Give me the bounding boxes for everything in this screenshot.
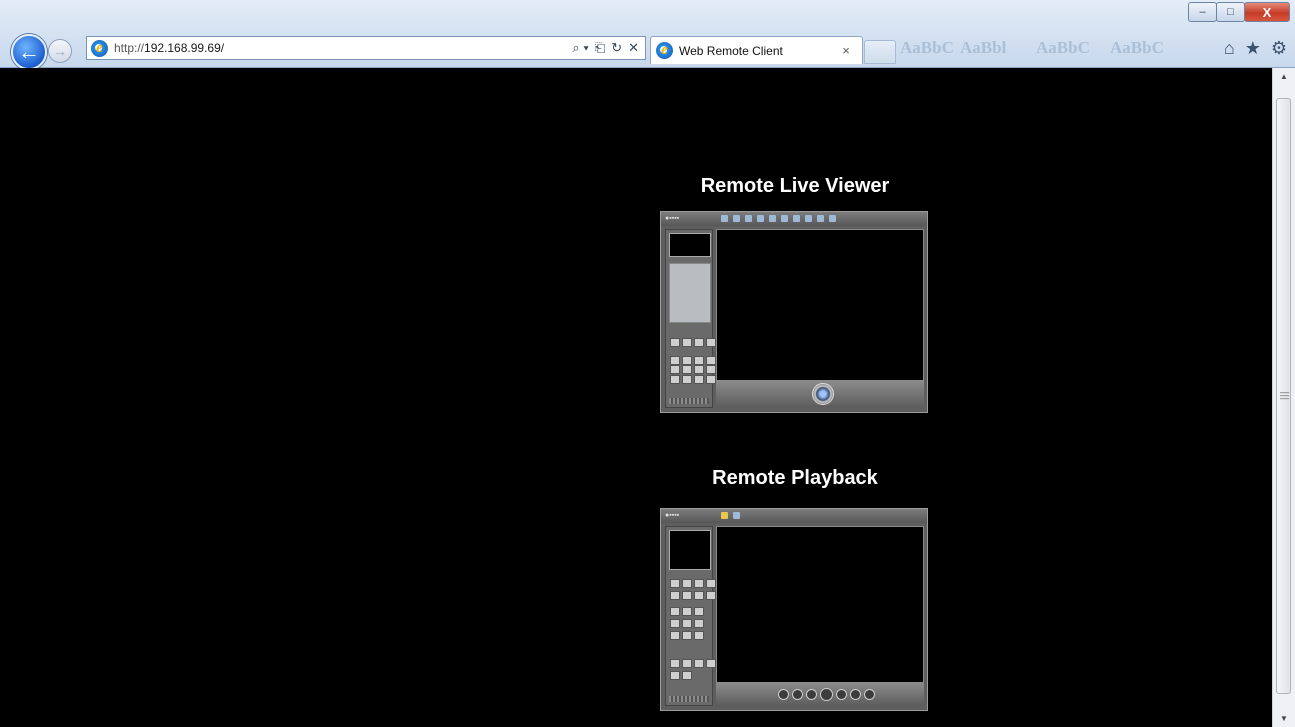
mini-toolbar-icons-pb: [721, 512, 740, 519]
mini-pb-buttons-row7: [670, 671, 692, 680]
ghost-text-3: AaBbC: [1036, 38, 1090, 57]
live-viewer-thumbnail[interactable]: ●▪▪▪▪: [660, 211, 928, 413]
mini-pb-buttons-row4: [670, 619, 704, 628]
mini-preview: [669, 233, 711, 257]
tab-close-icon[interactable]: ×: [838, 43, 854, 58]
mini-logo-pb: ●▪▪▪▪: [665, 512, 680, 519]
url-field[interactable]: http://192.168.99.69/: [114, 41, 566, 55]
mini-playback-buttons: [778, 688, 875, 701]
browser-chrome: AaBbC AaBbl AaBbC AaBbC – □ X ← → e http…: [0, 0, 1295, 70]
search-dropdown-icon[interactable]: ⌕ ▾: [572, 40, 588, 56]
command-icons: ⌂ ★ ⚙: [1224, 38, 1287, 59]
mini-preview-pb: [669, 530, 711, 570]
ghost-text-4: AaBbC: [1110, 38, 1164, 57]
home-icon[interactable]: ⌂: [1224, 38, 1235, 59]
window-controls: – □ X: [1188, 2, 1290, 22]
tab-ie-logo-icon: e: [656, 42, 673, 59]
mini-logo: ●▪▪▪▪: [665, 215, 680, 222]
mini-toolbar-icons: [721, 215, 836, 222]
page-content: Remote Live Viewer ●▪▪▪▪ Remote Playback…: [0, 68, 1272, 727]
maximize-icon: □: [1227, 6, 1234, 18]
close-window-button[interactable]: X: [1244, 2, 1290, 22]
back-button[interactable]: ←: [11, 34, 47, 70]
mini-buttons-row3: [670, 365, 716, 374]
mini-titlebar-pb: ●▪▪▪▪: [661, 509, 927, 523]
compatibility-icon[interactable]: ⎗: [595, 40, 605, 56]
grip-icon: — — —: [1280, 387, 1289, 403]
tab-web-remote-client[interactable]: e Web Remote Client ×: [650, 36, 863, 64]
tab-label: Web Remote Client: [679, 43, 783, 58]
maximize-button[interactable]: □: [1216, 2, 1245, 22]
forward-button[interactable]: →: [48, 39, 72, 63]
address-tools: ⌕ ▾ ⎗ ↻ ✕: [566, 40, 645, 56]
mini-video-area: [716, 229, 924, 383]
vertical-scrollbar[interactable]: ▲ — — — ▼: [1272, 68, 1295, 727]
minimize-icon: –: [1199, 6, 1206, 18]
favorites-icon[interactable]: ★: [1245, 38, 1261, 59]
mini-pb-buttons-row1: [670, 579, 716, 588]
scroll-down-icon[interactable]: ▼: [1273, 710, 1295, 727]
mini-status-strip-pb: [669, 696, 709, 702]
mini-playback-bar: [716, 682, 924, 706]
mini-video-area-pb: [716, 526, 924, 684]
mini-ptz-knob: [812, 383, 834, 405]
ghost-text-2: AaBbl: [960, 38, 1007, 57]
close-icon: X: [1262, 4, 1272, 20]
ghost-text-1: AaBbC: [900, 38, 954, 57]
scrollbar-thumb[interactable]: — — —: [1276, 98, 1291, 694]
scroll-up-icon[interactable]: ▲: [1273, 68, 1295, 85]
playback-title: Remote Playback: [712, 467, 878, 489]
stop-icon[interactable]: ✕: [628, 40, 639, 56]
mini-titlebar: ●▪▪▪▪: [661, 212, 927, 226]
mini-pb-buttons-row5: [670, 631, 704, 640]
url-host: 192.168.99.69/: [144, 41, 225, 55]
live-viewer-title: Remote Live Viewer: [700, 175, 890, 197]
address-bar[interactable]: e http://192.168.99.69/ ⌕ ▾ ⎗ ↻ ✕: [86, 36, 646, 60]
mini-sidebar: [665, 229, 716, 408]
arrow-left-icon: ←: [18, 39, 40, 64]
mini-sidebar-pb: [665, 526, 716, 706]
ie-logo-icon: e: [91, 39, 108, 57]
mini-control-bar: [716, 380, 924, 408]
refresh-icon[interactable]: ↻: [611, 40, 622, 56]
url-protocol: http://: [114, 41, 145, 55]
minimize-button[interactable]: –: [1188, 2, 1217, 22]
mini-buttons-row4: [670, 375, 716, 384]
mini-status-strip: [669, 398, 709, 404]
mini-camera-list: [669, 263, 711, 323]
playback-thumbnail[interactable]: ●▪▪▪▪: [660, 508, 928, 711]
mini-pb-buttons-row6: [670, 659, 716, 668]
gear-icon[interactable]: ⚙: [1271, 38, 1287, 59]
mini-buttons-row2: [670, 356, 716, 365]
arrow-right-icon: →: [53, 43, 67, 59]
mini-buttons-row1: [670, 338, 716, 347]
mini-pb-buttons-row2: [670, 591, 716, 600]
new-tab-button[interactable]: [864, 40, 896, 64]
mini-pb-buttons-row3: [670, 607, 704, 616]
